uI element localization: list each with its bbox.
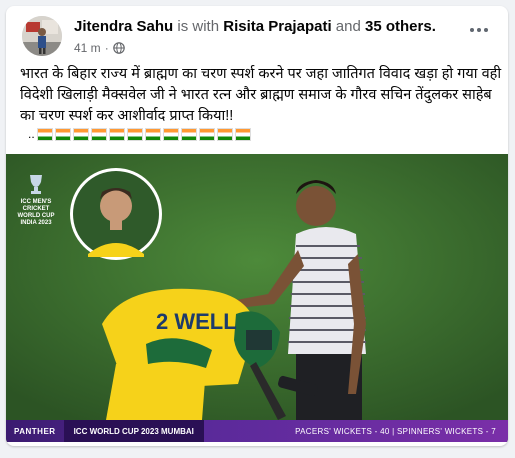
flags-prefix: ..	[28, 127, 35, 141]
tagged-name[interactable]: Risita Prajapati	[223, 18, 331, 35]
scorebar-event: ICC WORLD CUP 2023 MUMBAI	[63, 420, 204, 442]
india-flag-icon	[72, 127, 89, 141]
author-line: Jitendra Sahu is with Risita Prajapati a…	[74, 18, 436, 35]
india-flag-icon	[54, 127, 71, 141]
logo-line-1: ICC MEN'S	[20, 199, 52, 205]
post-time[interactable]: 41 m	[74, 41, 101, 55]
flag-emoji-row: ..	[28, 127, 251, 141]
scorebar-stats: PACERS' WICKETS - 40 | SPINNERS' WICKETS…	[295, 426, 496, 436]
with-text: is with	[177, 18, 220, 35]
author-name[interactable]: Jitendra Sahu	[74, 18, 173, 35]
jersey-number: 2 WELL	[156, 309, 237, 334]
india-flag-icon	[126, 127, 143, 141]
logo-line-2: CRICKET	[22, 206, 50, 212]
post-message: भारत के बिहार राज्य में ब्राह्मण का चरण …	[20, 66, 502, 124]
and-text: and	[335, 18, 361, 35]
author-avatar[interactable]	[22, 16, 62, 56]
india-flag-icon	[36, 127, 53, 141]
logo-line-4: INDIA 2023	[20, 220, 52, 226]
india-flag-icon	[234, 127, 251, 141]
more-options-icon[interactable]	[464, 20, 494, 40]
post-meta: 41 m ·	[74, 41, 125, 55]
logo-line-3: WORLD CUP	[17, 213, 55, 219]
post-card: Jitendra Sahu is with Risita Prajapati a…	[6, 6, 508, 446]
globe-icon[interactable]	[112, 42, 125, 54]
india-flag-icon	[108, 127, 125, 141]
india-flag-icon	[180, 127, 197, 141]
post-header: Jitendra Sahu is with Risita Prajapati a…	[18, 14, 498, 58]
india-flag-icon	[198, 127, 215, 141]
india-flag-icon	[144, 127, 161, 141]
post-image[interactable]: 2 WELL ICC MEN'S CRICKET WORLD CUP INDIA…	[6, 154, 508, 442]
cricket-scene: 2 WELL	[6, 154, 508, 420]
india-flag-icon	[216, 127, 233, 141]
trophy-icon	[30, 175, 42, 194]
broadcast-scorebar: PANTHER ICC WORLD CUP 2023 MUMBAI PACERS…	[6, 420, 508, 442]
india-flag-icon	[162, 127, 179, 141]
scorebar-brand: PANTHER	[14, 426, 56, 436]
others-link[interactable]: 35 others.	[365, 18, 436, 35]
india-flag-icon	[90, 127, 107, 141]
world-cup-logo: ICC MEN'S CRICKET WORLD CUP INDIA 2023	[16, 172, 56, 227]
avatar-image	[22, 16, 62, 56]
meta-dot: ·	[104, 41, 109, 55]
